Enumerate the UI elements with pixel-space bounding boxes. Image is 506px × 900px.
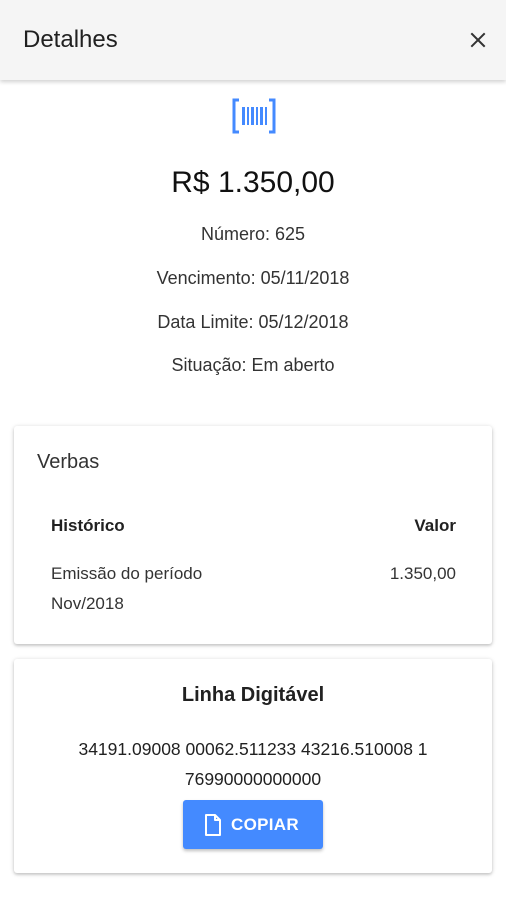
file-icon xyxy=(205,814,221,836)
situacao-line: Situação: Em aberto xyxy=(0,355,506,376)
data-limite-label: Data Limite: xyxy=(157,312,254,332)
numero-line: Número: 625 xyxy=(0,224,506,245)
linha-digitavel-code: 34191.09008 00062.511233 43216.510008 1 … xyxy=(78,739,428,789)
column-header-historico: Histórico xyxy=(51,516,125,535)
column-header-valor: Valor xyxy=(414,516,456,535)
vencimento-value: 05/11/2018 xyxy=(260,268,350,288)
vencimento-line: Vencimento: 05/11/2018 xyxy=(0,268,506,289)
verbas-card: Verbas Histórico Valor Emissão do períod… xyxy=(14,426,492,644)
linha-digitavel-title: Linha Digitável xyxy=(181,684,325,706)
numero-label: Número: xyxy=(200,224,270,244)
vencimento-label: Vencimento: xyxy=(156,268,256,288)
table-cell-historico: Emissão do período Nov/2018 xyxy=(51,564,203,613)
close-button[interactable] xyxy=(464,26,492,54)
numero-value: 625 xyxy=(275,224,306,244)
data-limite-line: Data Limite: 05/12/2018 xyxy=(0,312,506,333)
data-limite-value: 05/12/2018 xyxy=(258,312,349,332)
linha-digitavel-card: Linha Digitável 34191.09008 00062.511233… xyxy=(14,659,492,873)
copy-button-label: COPIAR xyxy=(231,815,299,834)
situacao-value: Em aberto xyxy=(251,355,335,375)
amount-value: R$ 1.350,00 xyxy=(171,166,335,199)
copy-button[interactable]: COPIAR xyxy=(183,800,323,849)
situacao-label: Situação: xyxy=(171,355,247,375)
page-title: Detalhes xyxy=(23,26,118,53)
close-icon xyxy=(470,32,486,48)
app-header: Detalhes xyxy=(0,0,506,80)
verbas-title: Verbas xyxy=(37,451,100,473)
barcode-icon xyxy=(232,98,276,134)
table-cell-valor: 1.350,00 xyxy=(389,564,456,583)
